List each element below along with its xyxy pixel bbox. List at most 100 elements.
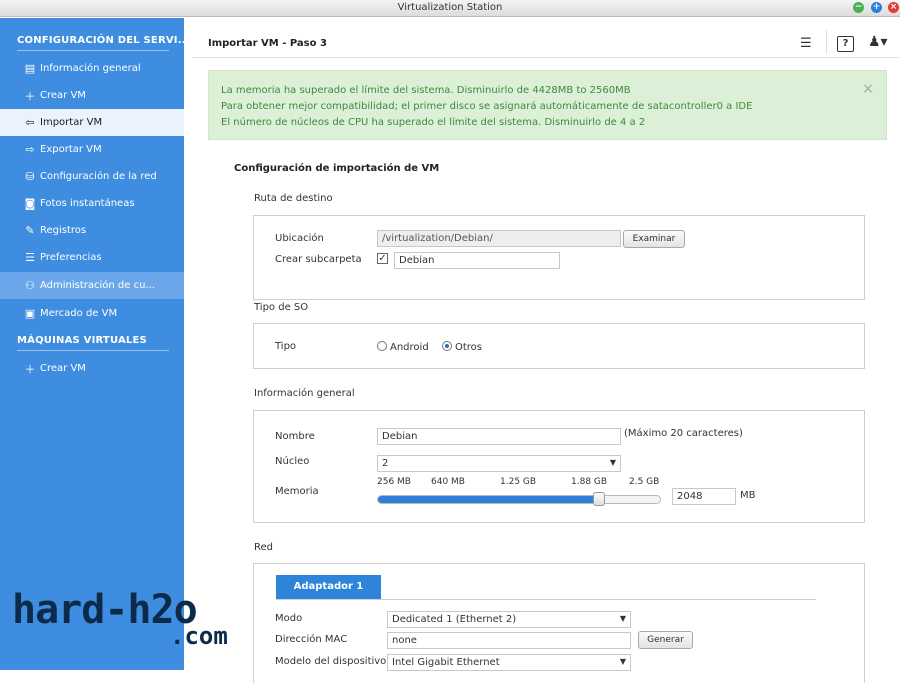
mode-label: Modo xyxy=(275,613,303,624)
memory-field[interactable]: 2048 xyxy=(672,488,736,505)
watermark-logo: hard-h2o .com xyxy=(12,590,228,648)
sidebar-section-server-config: CONFIGURACIÓN DEL SERVI... xyxy=(17,35,190,46)
plus-icon: ＋ xyxy=(24,362,36,376)
mode-select-value: Dedicated 1 (Ethernet 2) xyxy=(392,614,517,625)
market-icon: ▣ xyxy=(24,307,36,320)
import-icon: ⇦ xyxy=(25,116,35,129)
sidebar-item-label: Información general xyxy=(40,63,141,74)
main-panel: Importar VM - Paso 3 ☰ ? ♟▾ La memoria h… xyxy=(192,18,900,683)
memory-slider-fill xyxy=(378,496,598,503)
alert-line: La memoria ha superado el límite del sis… xyxy=(221,85,631,96)
sidebar-item-label: Fotos instantáneas xyxy=(40,198,135,209)
sidebar-item-label: Crear VM xyxy=(40,363,86,374)
radio-android-icon xyxy=(377,341,387,351)
tab-underline xyxy=(276,599,816,600)
form-title: Configuración de importación de VM xyxy=(234,163,440,174)
device-model-select-value: Intel Gigabit Ethernet xyxy=(392,657,500,668)
sidebar-item-label: Administración de cu... xyxy=(40,280,155,291)
mac-label: Dirección MAC xyxy=(275,634,348,645)
plus-icon: ＋ xyxy=(24,89,36,103)
snapshot-icon: ◙ xyxy=(24,197,36,210)
generate-button[interactable]: Generar xyxy=(638,631,693,649)
alert-message: La memoria ha superado el límite del sis… xyxy=(208,70,887,140)
radio-others-icon xyxy=(442,341,452,351)
maximize-button[interactable]: + xyxy=(871,2,882,13)
memory-tick: 640 MB xyxy=(431,477,465,487)
window-titlebar: Virtualization Station − + × xyxy=(0,0,900,17)
chevron-down-icon: ▼ xyxy=(609,458,616,467)
group-title-general: Información general xyxy=(254,388,355,399)
subfolder-checkbox[interactable]: ✓ xyxy=(377,253,388,264)
log-icon: ✎ xyxy=(25,224,35,237)
radio-android[interactable]: Android xyxy=(377,341,429,353)
page-title: Importar VM - Paso 3 xyxy=(208,38,327,49)
sidebar-item-create-vm[interactable]: ＋ Crear VM xyxy=(0,82,184,109)
radio-android-label: Android xyxy=(390,342,429,353)
sidebar-item-network-config[interactable]: ⛁ Configuración de la red xyxy=(0,163,184,190)
preferences-icon: ☰ xyxy=(25,251,35,264)
alert-close-icon[interactable]: × xyxy=(862,81,874,97)
mac-field[interactable]: none xyxy=(387,632,631,649)
sidebar-section-virtual-machines: MÁQUINAS VIRTUALES xyxy=(17,335,147,346)
sidebar-item-preferences[interactable]: ☰ Preferencias xyxy=(0,244,184,271)
sidebar-item-general-info[interactable]: ▤ Información general xyxy=(0,55,184,82)
browse-button[interactable]: Examinar xyxy=(623,230,685,248)
mode-select[interactable]: Dedicated 1 (Ethernet 2) ▼ xyxy=(387,611,631,628)
device-model-label: Modelo del dispositivo xyxy=(275,656,387,667)
memory-tick: 1.88 GB xyxy=(571,477,608,487)
core-label: Núcleo xyxy=(275,456,310,467)
memory-tick: 256 MB xyxy=(377,477,411,487)
sidebar-item-label: Preferencias xyxy=(40,252,102,263)
info-icon: ▤ xyxy=(24,62,36,75)
alert-line: Para obtener mejor compatibilidad; el pr… xyxy=(221,101,753,112)
close-window-button[interactable]: × xyxy=(888,2,899,13)
core-select-value: 2 xyxy=(382,458,389,469)
users-icon: ⚇ xyxy=(25,279,35,292)
minimize-button[interactable]: − xyxy=(853,2,864,13)
watermark-line2: .com xyxy=(170,622,228,650)
memory-label: Memoria xyxy=(275,486,319,497)
sidebar-item-label: Registros xyxy=(40,225,87,236)
name-label: Nombre xyxy=(275,431,315,442)
help-icon[interactable]: ? xyxy=(837,36,854,52)
location-label: Ubicación xyxy=(275,233,324,244)
os-box xyxy=(253,323,865,369)
radio-others[interactable]: Otros xyxy=(442,341,482,353)
name-field[interactable]: Debian xyxy=(377,428,621,445)
sidebar-item-label: Exportar VM xyxy=(40,144,102,155)
sidebar-item-export-vm[interactable]: ⇨ Exportar VM xyxy=(0,136,184,163)
sidebar-item-label: Mercado de VM xyxy=(40,308,118,319)
name-hint: (Máximo 20 caracteres) xyxy=(624,428,743,439)
core-select[interactable]: 2 ▼ xyxy=(377,455,621,472)
user-icon[interactable]: ♟▾ xyxy=(868,34,888,50)
sidebar-item-create-vm-2[interactable]: ＋ Crear VM xyxy=(0,355,184,382)
sidebar-item-logs[interactable]: ✎ Registros xyxy=(0,217,184,244)
sidebar-item-label: Crear VM xyxy=(40,90,86,101)
group-title-os: Tipo de SO xyxy=(254,302,309,313)
sidebar-divider xyxy=(17,50,169,51)
list-icon[interactable]: ☰ xyxy=(800,36,812,51)
memory-slider[interactable] xyxy=(377,495,661,504)
chevron-down-icon: ▼ xyxy=(619,614,626,623)
radio-others-label: Otros xyxy=(455,342,483,353)
tab-adapter-1[interactable]: Adaptador 1 xyxy=(276,575,381,599)
os-type-label: Tipo xyxy=(275,341,297,352)
subfolder-label: Crear subcarpeta xyxy=(275,254,362,265)
sidebar-divider xyxy=(17,350,169,351)
window-title: Virtualization Station xyxy=(397,2,503,13)
header-divider xyxy=(826,30,827,54)
sidebar-item-user-admin[interactable]: ⚇ Administración de cu... xyxy=(0,272,184,299)
device-model-select[interactable]: Intel Gigabit Ethernet ▼ xyxy=(387,654,631,671)
sidebar-item-vm-market[interactable]: ▣ Mercado de VM xyxy=(0,300,184,327)
sidebar-item-import-vm[interactable]: ⇦ Importar VM xyxy=(0,109,184,136)
sidebar: CONFIGURACIÓN DEL SERVI... ▤ Información… xyxy=(0,18,190,670)
sidebar-item-snapshots[interactable]: ◙ Fotos instantáneas xyxy=(0,190,184,217)
group-title-network: Red xyxy=(254,542,273,553)
page-header: Importar VM - Paso 3 ☰ ? ♟▾ xyxy=(192,18,900,58)
group-title-destination: Ruta de destino xyxy=(254,193,333,204)
memory-slider-handle[interactable] xyxy=(592,492,605,506)
sidebar-item-label: Importar VM xyxy=(40,117,103,128)
alert-line: El número de núcleos de CPU ha superado … xyxy=(221,117,646,128)
export-icon: ⇨ xyxy=(25,143,35,156)
subfolder-field[interactable]: Debian xyxy=(394,252,560,269)
